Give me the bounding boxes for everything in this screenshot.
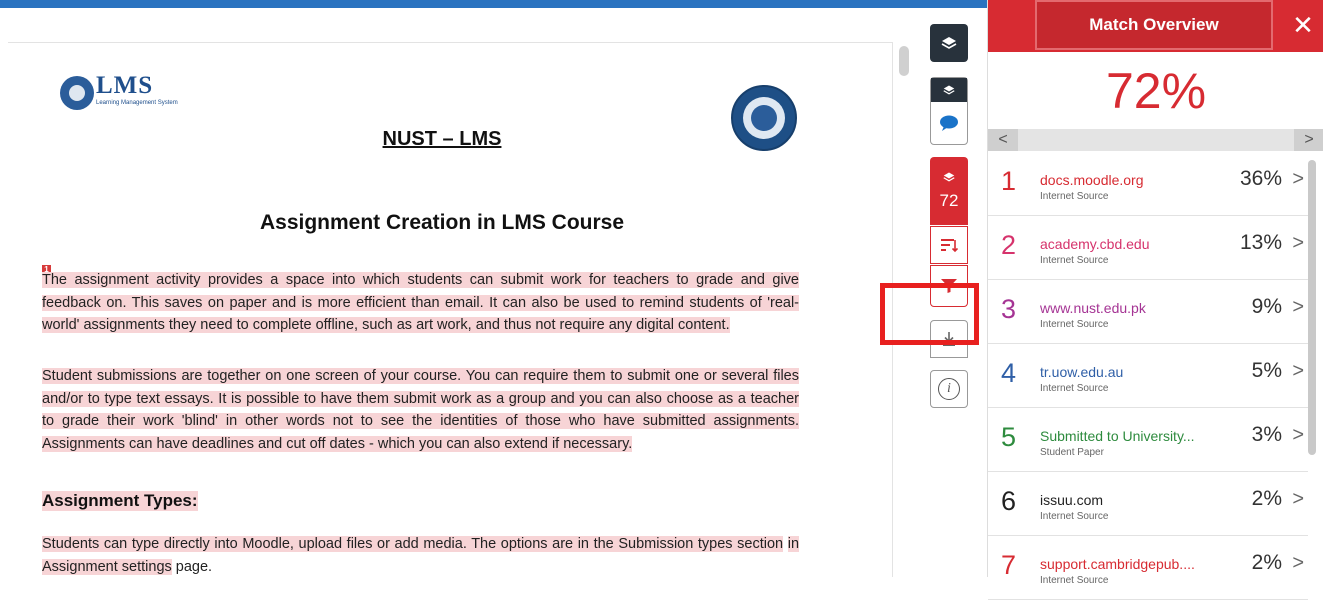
source-percent: 5%: [1251, 359, 1282, 382]
info-button[interactable]: i: [930, 370, 968, 408]
chevron-right-icon[interactable]: >: [1292, 552, 1304, 575]
document-scrollbar[interactable]: [899, 46, 909, 76]
chevron-right-icon[interactable]: >: [1292, 360, 1304, 383]
source-row[interactable]: 7 support.cambridgepub.... Internet Source…: [988, 536, 1308, 600]
similarity-layers-icon: [943, 172, 955, 182]
next-arrow-icon[interactable]: >: [1294, 129, 1323, 151]
paragraph-3: Students can type directly into Moodle, …: [42, 533, 800, 577]
source-name[interactable]: Submitted to University...: [1040, 428, 1195, 444]
overall-similarity: 72%: [1105, 63, 1207, 119]
source-percent: 13%: [1239, 231, 1282, 254]
source-percent: 2%: [1251, 487, 1282, 510]
sources-scrollbar[interactable]: [1308, 160, 1316, 455]
similarity-score: 72: [939, 191, 959, 210]
panel-title[interactable]: Match Overview: [1035, 0, 1273, 50]
view-toggle-group: [930, 77, 968, 145]
chevron-right-icon[interactable]: >: [1292, 424, 1304, 447]
source-row[interactable]: 4 tr.uow.edu.au Internet Source 5% >: [988, 344, 1308, 408]
source-name[interactable]: tr.uow.edu.au: [1040, 364, 1123, 380]
source-percent: 3%: [1251, 423, 1282, 446]
source-percent: 36%: [1239, 167, 1282, 190]
panel-header: Match Overview ✕: [988, 0, 1323, 52]
document-viewer[interactable]: LMS Learning Management System NUST – LM…: [0, 8, 920, 577]
source-row[interactable]: 6 issuu.com Internet Source 2% >: [988, 472, 1308, 536]
annotation-highlight-box: [880, 283, 979, 345]
logo-text: LMS: [96, 72, 154, 99]
comment-button[interactable]: [931, 102, 967, 144]
source-type: Internet Source: [1040, 511, 1109, 522]
source-row[interactable]: 1 docs.moodle.org Internet Source 36% >: [988, 152, 1308, 216]
paragraph-3-text-a: Students can type directly into Moodle, …: [42, 536, 784, 552]
chevron-right-icon[interactable]: >: [1292, 168, 1304, 191]
lms-logo: LMS Learning Management System: [60, 72, 210, 122]
source-type: Internet Source: [1040, 383, 1109, 394]
source-type: Student Paper: [1040, 447, 1104, 458]
source-type: Internet Source: [1040, 319, 1109, 330]
source-type: Internet Source: [1040, 255, 1109, 266]
source-name[interactable]: academy.cbd.edu: [1040, 236, 1149, 252]
source-row[interactable]: 2 academy.cbd.edu Internet Source 13% >: [988, 216, 1308, 280]
match-overview-button[interactable]: 72: [930, 157, 968, 225]
source-number: 2: [1001, 230, 1017, 260]
chevron-right-icon[interactable]: >: [1292, 488, 1304, 511]
top-accent-bar: [0, 0, 987, 8]
source-name[interactable]: docs.moodle.org: [1040, 172, 1144, 188]
layers-toggle[interactable]: [931, 78, 967, 102]
globe-icon: [60, 76, 94, 110]
source-number: 5: [1001, 422, 1017, 452]
logo-subtext: Learning Management System: [96, 100, 178, 106]
layers-icon: [941, 37, 957, 49]
source-row[interactable]: 3 www.nust.edu.pk Internet Source 9% >: [988, 280, 1308, 344]
source-number: 7: [1001, 550, 1017, 580]
source-percent: 2%: [1251, 551, 1282, 574]
source-row[interactable]: 5 Submitted to University... Student Paper…: [988, 408, 1308, 472]
source-number: 4: [1001, 358, 1017, 388]
chevron-right-icon[interactable]: >: [1292, 232, 1304, 255]
info-icon: i: [938, 378, 960, 400]
source-number: 1: [1001, 166, 1017, 196]
paragraph-1-text: The assignment activity provides a space…: [42, 272, 799, 333]
paragraph-3-text-c: page.: [171, 558, 213, 575]
source-number: 3: [1001, 294, 1017, 324]
source-name[interactable]: support.cambridgepub....: [1040, 556, 1195, 572]
close-icon[interactable]: ✕: [1288, 8, 1318, 42]
paragraph-1: The assignment activity provides a space…: [42, 269, 799, 337]
paragraph-2-text: Student submissions are together on one …: [42, 368, 799, 452]
paragraph-2: Student submissions are together on one …: [42, 365, 799, 455]
source-list: 1 docs.moodle.org Internet Source 36% >2 acad…: [988, 152, 1308, 600]
match-overview-panel: Match Overview ✕ 72% < > 1 docs.moodle.or…: [987, 0, 1323, 600]
sort-list-icon: [941, 239, 958, 253]
document-subtitle: Assignment Creation in LMS Course: [259, 211, 625, 234]
source-name[interactable]: issuu.com: [1040, 492, 1103, 508]
document-title: NUST – LMS: [382, 128, 502, 150]
source-navigation: < >: [988, 129, 1323, 151]
all-sources-button[interactable]: [930, 226, 968, 264]
layers-button[interactable]: [930, 24, 968, 62]
assignment-types-heading: Assignment Types:: [42, 491, 198, 511]
comment-icon: [940, 115, 958, 131]
layers-small-icon: [943, 85, 955, 95]
source-percent: 9%: [1251, 295, 1282, 318]
source-type: Internet Source: [1040, 191, 1109, 202]
chevron-right-icon[interactable]: >: [1292, 296, 1304, 319]
source-number: 6: [1001, 486, 1017, 516]
source-name[interactable]: www.nust.edu.pk: [1040, 300, 1146, 316]
prev-arrow-icon[interactable]: <: [988, 129, 1018, 151]
